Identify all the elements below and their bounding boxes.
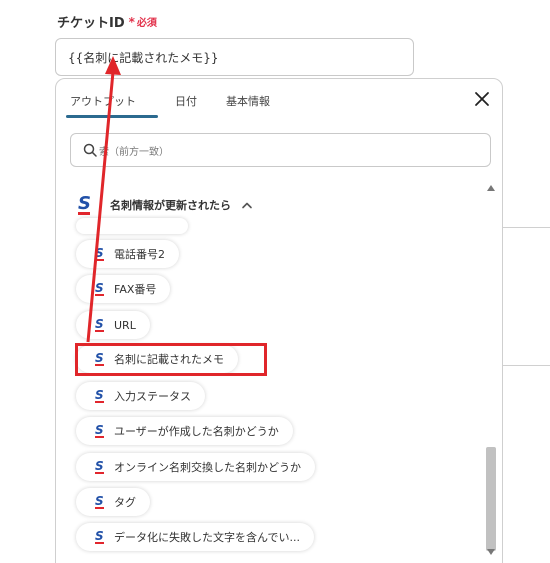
svg-text:S: S <box>95 529 104 543</box>
scrollbar-thumb[interactable] <box>486 447 496 551</box>
search-input[interactable]: 索（前方一致） <box>70 133 491 167</box>
active-tab-indicator <box>66 115 158 118</box>
sansan-logo-icon: S <box>95 423 104 438</box>
svg-text:S: S <box>95 423 104 437</box>
ticket-id-value: {{名刺に記載されたメモ}} <box>68 50 219 65</box>
sansan-logo-icon: S <box>95 246 104 261</box>
list-item[interactable]: S URL <box>76 311 150 339</box>
trigger-group-header[interactable]: 名刺情報が更新されたら <box>110 197 253 213</box>
selection-highlight-box <box>75 343 267 376</box>
required-star: * <box>128 14 135 29</box>
sansan-logo-icon: S <box>95 529 104 544</box>
scrollbar[interactable] <box>486 185 496 555</box>
sansan-logo-icon: S <box>95 459 104 474</box>
list-item[interactable]: S タグ <box>76 488 150 516</box>
sansan-logo-icon: S <box>95 317 104 332</box>
list-item[interactable]: S オンライン名刺交換した名刺かどうか <box>76 453 315 481</box>
required-text: 必須 <box>136 18 157 29</box>
sansan-logo-icon: S <box>95 494 104 509</box>
list-item[interactable] <box>76 218 188 234</box>
svg-text:S: S <box>95 388 104 402</box>
sansan-logo-icon: S <box>95 281 104 296</box>
tab-output[interactable]: アウトプット <box>70 93 136 109</box>
sansan-logo-icon: S <box>95 388 104 403</box>
ticket-id-input[interactable]: {{名刺に記載されたメモ}} <box>55 38 414 76</box>
background-divider <box>503 227 550 228</box>
tab-bar: アウトプット 日付 基本情報 <box>56 79 502 119</box>
svg-text:S: S <box>95 459 104 473</box>
search-placeholder: 索（前方一致） <box>99 146 169 158</box>
svg-text:S: S <box>95 494 104 508</box>
search-icon <box>83 143 97 157</box>
list-item[interactable]: S データ化に失敗した文字を含んでい... <box>76 523 314 551</box>
list-item[interactable]: S FAX番号 <box>76 275 171 303</box>
svg-text:S: S <box>78 193 91 214</box>
tab-date[interactable]: 日付 <box>175 93 197 109</box>
list-item[interactable]: S 電話番号2 <box>76 240 179 268</box>
list-item[interactable]: S 入力ステータス <box>76 382 205 410</box>
field-label: チケットID * 必須 <box>57 12 157 32</box>
list-item[interactable]: S ユーザーが作成した名刺かどうか <box>76 417 293 445</box>
svg-text:S: S <box>95 317 104 331</box>
chevron-up-icon <box>242 202 252 209</box>
sansan-logo-icon: S <box>78 193 91 215</box>
background-divider <box>503 365 550 366</box>
tab-basic-info[interactable]: 基本情報 <box>226 93 270 109</box>
scroll-down-arrow[interactable] <box>487 549 495 555</box>
svg-text:S: S <box>95 281 104 295</box>
variable-picker-panel: アウトプット 日付 基本情報 索（前方一致） S 名刺情報が更新されたら S 電… <box>55 78 503 563</box>
close-icon[interactable] <box>474 91 490 107</box>
scroll-up-arrow[interactable] <box>487 185 495 191</box>
group-title: 名刺情報が更新されたら <box>110 199 231 212</box>
svg-text:S: S <box>95 246 104 260</box>
field-label-text: チケットID <box>57 16 125 31</box>
